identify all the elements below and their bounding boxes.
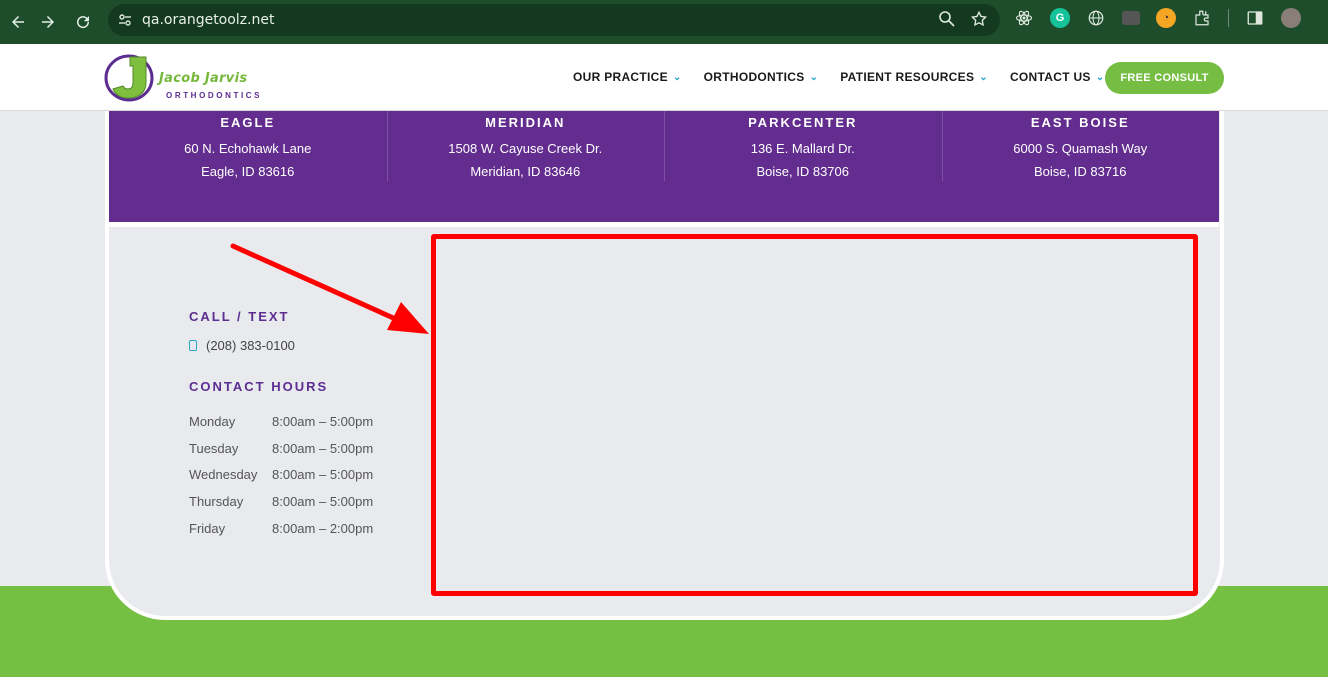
location-name: EAST BOISE: [1030, 115, 1130, 130]
location-east-boise: EAST BOISE 6000 S. Quamash Way Boise, ID…: [941, 111, 1220, 222]
day-label: Tuesday: [189, 440, 239, 456]
section-divider: [109, 222, 1219, 227]
counter-extension-icon[interactable]: [1122, 11, 1140, 25]
logo-mark-icon: [104, 54, 154, 102]
browser-toolbar: qa.orangetoolz.net G ◔: [0, 0, 1328, 44]
bookmark-star-icon[interactable]: [970, 10, 988, 33]
mobile-phone-icon: [189, 340, 197, 351]
day-label: Monday: [189, 413, 236, 429]
nav-label: CONTACT US: [1009, 70, 1091, 84]
location-eagle: EAGLE 60 N. Echohawk Lane Eagle, ID 8361…: [109, 111, 387, 222]
chevron-down-icon: ⌄: [979, 71, 988, 83]
extensions-puzzle-icon[interactable]: [1192, 8, 1212, 28]
hours-row: Wednesday 8:00am – 5:00pm: [189, 462, 373, 489]
globe-icon[interactable]: [1086, 8, 1106, 28]
annotation-arrow-icon: [230, 243, 429, 334]
site-info-icon[interactable]: [108, 12, 142, 28]
reload-icon[interactable]: [65, 4, 101, 40]
nav-contact-us[interactable]: CONTACT US ⌄: [1010, 70, 1104, 84]
empty-map-area-highlight: [431, 234, 1198, 596]
time-range: 8:00am – 5:00pm: [272, 413, 374, 429]
location-name: MERIDIAN: [485, 115, 566, 130]
grammarly-icon[interactable]: G: [1050, 8, 1070, 28]
location-street: 136 E. Mallard Dr.: [750, 141, 855, 156]
logo-name: Jacob Jarvis: [159, 71, 248, 86]
location-name: EAGLE: [220, 115, 276, 130]
location-street: 1508 W. Cayuse Creek Dr.: [448, 141, 603, 156]
side-panel-icon[interactable]: [1245, 8, 1265, 28]
time-range: 8:00am – 5:00pm: [272, 440, 374, 456]
chevron-down-icon: ⌄: [1095, 71, 1105, 83]
location-city: Boise, ID 83706: [756, 164, 849, 179]
hours-row: Monday 8:00am – 5:00pm: [189, 408, 373, 435]
nav-patient-resources[interactable]: PATIENT RESOURCES ⌄: [840, 70, 988, 84]
locations-bar: EAGLE 60 N. Echohawk Lane Eagle, ID 8361…: [109, 111, 1219, 222]
forward-icon[interactable]: [30, 4, 66, 40]
chevron-down-icon: ⌄: [809, 71, 819, 83]
phone-link[interactable]: (208) 383-0100: [189, 338, 373, 353]
nav-our-practice[interactable]: OUR PRACTICE ⌄: [573, 70, 682, 84]
phone-number: (208) 383-0100: [206, 338, 295, 353]
speedometer-extension-icon[interactable]: ◔: [1156, 8, 1176, 28]
location-parkcenter: PARKCENTER 136 E. Mallard Dr. Boise, ID …: [664, 111, 942, 222]
time-range: 8:00am – 5:00pm: [272, 494, 374, 510]
hours-row: Friday 8:00am – 2:00pm: [189, 515, 373, 542]
zoom-icon[interactable]: [938, 10, 956, 33]
nav-label: PATIENT RESOURCES: [840, 70, 975, 84]
site-header: Jacob Jarvis ORTHODONTICS OUR PRACTICE ⌄…: [0, 44, 1328, 111]
day-label: Thursday: [189, 494, 244, 510]
hours-row: Tuesday 8:00am – 5:00pm: [189, 435, 373, 462]
nav-label: OUR PRACTICE: [573, 70, 668, 84]
time-range: 8:00am – 2:00pm: [272, 521, 374, 537]
location-city: Eagle, ID 83616: [201, 164, 295, 179]
day-label: Wednesday: [189, 467, 258, 483]
site-logo[interactable]: Jacob Jarvis ORTHODONTICS: [104, 51, 274, 105]
nav-label: ORTHODONTICS: [703, 70, 805, 84]
contact-hours-heading: CONTACT HOURS: [189, 379, 329, 394]
hours-row: Thursday 8:00am – 5:00pm: [189, 488, 373, 515]
react-devtools-icon[interactable]: [1014, 8, 1034, 28]
free-consult-button[interactable]: FREE CONSULT: [1105, 62, 1224, 94]
location-city: Meridian, ID 83646: [470, 164, 581, 179]
contact-info: CALL / TEXT (208) 383-0100 CONTACT HOURS…: [189, 309, 373, 542]
chevron-down-icon: ⌄: [672, 71, 682, 83]
url-text: qa.orangetoolz.net: [142, 12, 275, 28]
location-street: 60 N. Echohawk Lane: [184, 141, 312, 156]
location-name: PARKCENTER: [748, 115, 858, 130]
nav-orthodontics[interactable]: ORTHODONTICS ⌄: [704, 70, 819, 84]
location-street: 6000 S. Quamash Way: [1013, 141, 1148, 156]
logo-subtitle: ORTHODONTICS: [166, 91, 263, 100]
main-navigation: OUR PRACTICE ⌄ ORTHODONTICS ⌄ PATIENT RE…: [573, 70, 1126, 84]
address-bar[interactable]: qa.orangetoolz.net: [108, 4, 1000, 36]
toolbar-divider: [1228, 9, 1229, 27]
profile-avatar[interactable]: [1281, 8, 1301, 28]
location-city: Boise, ID 83716: [1033, 164, 1127, 179]
time-range: 8:00am – 5:00pm: [272, 467, 374, 483]
hours-list: Monday 8:00am – 5:00pm Tuesday 8:00am – …: [189, 408, 373, 542]
day-label: Friday: [189, 521, 226, 537]
location-meridian: MERIDIAN 1508 W. Cayuse Creek Dr. Meridi…: [386, 111, 665, 222]
